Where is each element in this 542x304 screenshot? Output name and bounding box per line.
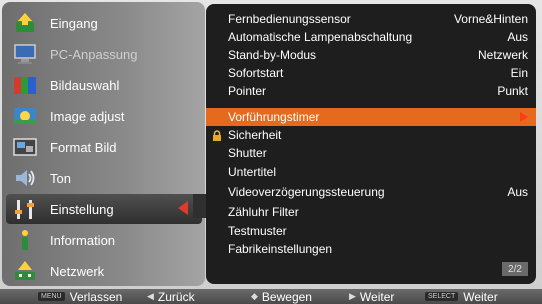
sidebar-item-label: Image adjust (50, 108, 125, 124)
menu-row-value: Netzwerk (477, 48, 528, 62)
image-select-icon (12, 73, 38, 97)
hint-move: ◆ Bewegen (251, 289, 312, 304)
menu-row-label: Videoverzögerungssteuerung (228, 185, 385, 199)
menu-row-pointer[interactable]: Pointer Punkt (206, 82, 536, 100)
active-indicator-arrow (178, 201, 188, 215)
hint-back-label: Zurück (157, 289, 195, 304)
menu-row-value: Aus (507, 30, 528, 44)
hint-exit-label: Verlassen (69, 289, 123, 304)
network-icon (12, 259, 38, 283)
sidebar: Eingang PC-Anpassung Bildauswahl Image a… (2, 2, 205, 286)
select-key-icon: SELECT (425, 292, 459, 301)
hint-move-label: Bewegen (261, 289, 312, 304)
menu-row-label: Zähluhr Filter (228, 205, 299, 219)
sidebar-item-label: Ton (50, 170, 71, 186)
up-down-arrow-icon: ◆ (251, 291, 258, 301)
menu-row-label: Fabrikeinstellungen (228, 242, 333, 256)
right-arrow-icon: ▶ (349, 291, 356, 301)
menu-row-fernbedienungssensor[interactable]: Fernbedienungssensor Vorne&Hinten (206, 10, 536, 28)
settings-icon (12, 197, 38, 221)
input-icon (12, 11, 38, 35)
projector-osd: Eingang PC-Anpassung Bildauswahl Image a… (0, 0, 542, 289)
sidebar-item-information[interactable]: Information (6, 225, 202, 255)
menu-row-value: Aus (507, 185, 528, 199)
key-hint-bar: MENU Verlassen ◀ Zurück ◆ Bewegen ▶ Weit… (0, 289, 542, 304)
lock-icon (212, 130, 222, 144)
hint-select-label: Weiter (463, 289, 498, 304)
sidebar-item-bildauswahl[interactable]: Bildauswahl (6, 70, 202, 100)
sidebar-item-format-bild[interactable]: Format Bild (6, 132, 202, 162)
menu-row-label: Automatische Lampenabschaltung (228, 30, 413, 44)
sidebar-item-label: PC-Anpassung (50, 46, 138, 62)
pc-adjust-icon (12, 42, 38, 66)
sidebar-item-ton[interactable]: Ton (6, 163, 202, 193)
hint-exit: MENU Verlassen (38, 289, 122, 304)
hint-next: ▶ Weiter (349, 289, 394, 304)
menu-row-fabrikeinstellungen[interactable]: Fabrikeinstellungen (206, 240, 536, 258)
menu-row-label: Sicherheit (228, 128, 282, 142)
sidebar-item-label: Eingang (50, 15, 98, 31)
submenu-panel: Fernbedienungssensor Vorne&Hinten Automa… (206, 4, 536, 284)
menu-row-label: Stand-by-Modus (228, 48, 317, 62)
menu-row-label: Pointer (228, 84, 267, 98)
sidebar-item-eingang[interactable]: Eingang (6, 8, 202, 38)
menu-row-untertitel[interactable]: Untertitel (206, 163, 536, 181)
sound-icon (12, 166, 38, 190)
menu-row-value: Punkt (497, 84, 528, 98)
menu-row-label: Testmuster (228, 224, 287, 238)
sidebar-item-label: Netzwerk (50, 263, 105, 279)
menu-row-label: Vorführungstimer (228, 110, 320, 124)
menu-row-stand-by-modus[interactable]: Stand-by-Modus Netzwerk (206, 46, 536, 64)
hint-next-label: Weiter (359, 289, 395, 304)
menu-row-videoverzoegerung[interactable]: Videoverzögerungssteuerung Aus (206, 183, 536, 201)
sidebar-item-label: Format Bild (50, 139, 117, 155)
menu-row-value: Vorne&Hinten (453, 12, 528, 26)
sidebar-item-label: Einstellung (50, 201, 114, 217)
information-icon (12, 228, 38, 252)
image-adjust-icon (12, 104, 38, 128)
menu-row-value: Ein (510, 66, 528, 80)
sidebar-item-label: Information (50, 232, 116, 248)
menu-row-sicherheit[interactable]: Sicherheit (206, 126, 536, 144)
menu-key-icon: MENU (38, 292, 65, 301)
menu-row-lampenabschaltung[interactable]: Automatische Lampenabschaltung Aus (206, 28, 536, 46)
menu-row-label: Fernbedienungssensor (228, 12, 351, 26)
menu-row-label: Sofortstart (228, 66, 284, 80)
sidebar-connector (193, 194, 207, 218)
hint-select: SELECT Weiter (425, 289, 498, 304)
sidebar-item-netzwerk[interactable]: Netzwerk (6, 256, 202, 286)
menu-row-zaehluhr-filter[interactable]: Zähluhr Filter (206, 203, 536, 221)
menu-row-label: Untertitel (228, 165, 277, 179)
menu-row-shutter[interactable]: Shutter (206, 144, 536, 162)
left-arrow-icon: ◀ (147, 291, 154, 301)
hint-back: ◀ Zurück (147, 289, 195, 304)
menu-row-sofortstart[interactable]: Sofortstart Ein (206, 64, 536, 82)
sidebar-item-pc-anpassung[interactable]: PC-Anpassung (6, 39, 202, 69)
submenu-arrow-icon (520, 112, 528, 122)
menu-row-testmuster[interactable]: Testmuster (206, 222, 536, 240)
sidebar-item-label: Bildauswahl (50, 77, 120, 93)
menu-row-label: Shutter (228, 146, 267, 160)
menu-row-vorfuehrungstimer[interactable]: Vorführungstimer (206, 108, 536, 126)
page-indicator: 2/2 (502, 262, 528, 276)
sidebar-item-einstellung[interactable]: Einstellung (6, 194, 202, 224)
screen-format-icon (12, 135, 38, 159)
sidebar-item-image-adjust[interactable]: Image adjust (6, 101, 202, 131)
